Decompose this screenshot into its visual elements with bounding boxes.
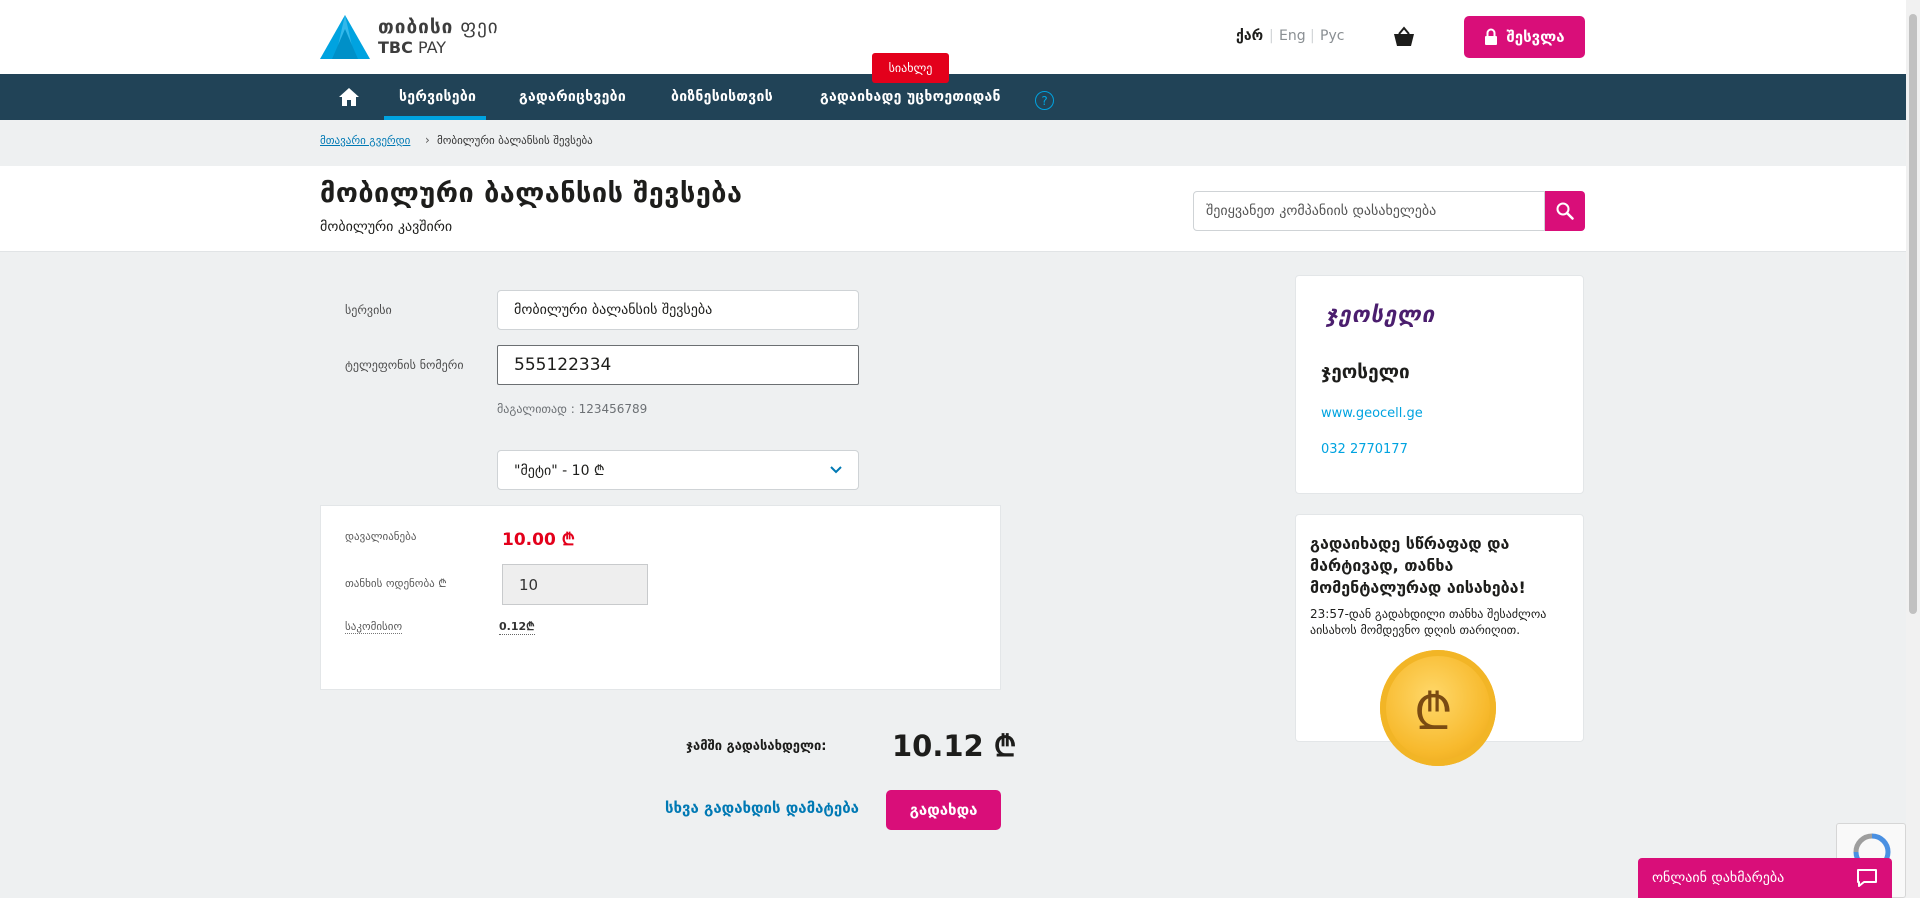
- amount-value: 10: [519, 575, 539, 594]
- chevron-down-icon: [830, 466, 842, 474]
- lang-english[interactable]: Eng: [1279, 28, 1306, 44]
- nav-active-indicator: [384, 116, 486, 120]
- package-value: "მეტი" - 10 ₾: [514, 462, 605, 479]
- pay-button[interactable]: გადახდა: [886, 790, 1001, 830]
- search-button[interactable]: [1545, 191, 1585, 231]
- lang-separator: |: [1310, 28, 1315, 44]
- phone-input[interactable]: 555122334: [497, 345, 859, 385]
- tbc-logo-icon[interactable]: [320, 15, 370, 59]
- commission-label[interactable]: საკომისიო: [345, 620, 403, 634]
- login-button[interactable]: შესვლა: [1464, 16, 1585, 58]
- breadcrumb-current: მობილური ბალანსის შევსება: [437, 134, 593, 147]
- phone-hint: მაგალითად : 123456789: [497, 402, 648, 416]
- help-icon[interactable]: ?: [1035, 91, 1054, 110]
- home-icon[interactable]: [338, 86, 360, 108]
- total-value: 10.12 ₾: [892, 729, 1017, 763]
- main-nav: სერვისები გადარიცხვები ბიზნესისთვის გადა…: [0, 74, 1906, 120]
- chat-label: ონლაინ დახმარება: [1652, 870, 1785, 886]
- lang-russian[interactable]: Рус: [1320, 28, 1344, 44]
- commission-value: 0.12₾: [499, 620, 535, 635]
- search-icon: [1556, 202, 1574, 220]
- title-band: [0, 166, 1906, 252]
- top-header: [0, 0, 1906, 74]
- logo-text-line1: თიბისი ფეი: [378, 16, 499, 38]
- logo-text-line2: TBC PAY: [378, 38, 447, 57]
- payment-summary-card: [320, 505, 1001, 690]
- package-select[interactable]: "მეტი" - 10 ₾: [497, 450, 859, 490]
- provider-name: ჯეოსელი: [1321, 361, 1410, 383]
- lang-georgian[interactable]: ქარ: [1236, 28, 1263, 44]
- lang-separator: |: [1269, 28, 1274, 44]
- breadcrumb-home[interactable]: მთავარი გვერდი: [320, 134, 410, 147]
- lari-sign-icon: ₾: [1414, 683, 1453, 741]
- amount-input[interactable]: 10: [502, 564, 648, 605]
- scrollbar-thumb[interactable]: [1909, 14, 1917, 614]
- debt-label: დავალიანება: [345, 530, 417, 543]
- basket-icon[interactable]: [1392, 26, 1416, 48]
- login-label: შესვლა: [1506, 28, 1565, 46]
- debt-value: 10.00 ₾: [502, 530, 575, 550]
- provider-phone-link[interactable]: 032 2770177: [1321, 442, 1408, 457]
- nav-item-transfers[interactable]: გადარიცხვები: [519, 89, 626, 105]
- add-another-payment-link[interactable]: სხვა გადახდის დამატება: [665, 799, 859, 817]
- promo-text: 23:57-დან გადახდილი თანხა შესაძლოა აისახ…: [1310, 607, 1547, 637]
- phone-value: 555122334: [514, 355, 612, 375]
- online-help-chat-bar[interactable]: ონლაინ დახმარება: [1638, 858, 1892, 898]
- nav-item-services[interactable]: სერვისები: [399, 89, 476, 105]
- page-subtitle: მობილური კავშირი: [320, 219, 453, 235]
- chat-bubble-icon: [1857, 869, 1877, 887]
- total-label: ჯამში გადასახდელი:: [686, 739, 827, 754]
- service-label: სერვისი: [345, 303, 392, 317]
- service-value: მობილური ბალანსის შევსება: [514, 302, 713, 318]
- service-field[interactable]: მობილური ბალანსის შევსება: [497, 290, 859, 330]
- amount-label: თანხის ოდენობა ₾: [345, 577, 447, 590]
- lock-icon: [1485, 28, 1498, 45]
- phone-label: ტელეფონის ნომერი: [345, 358, 464, 372]
- nav-item-pay-from-abroad[interactable]: გადაიხადე უცხოეთიდან: [820, 89, 1001, 105]
- nav-item-business[interactable]: ბიზნესისთვის: [671, 89, 773, 105]
- provider-website-link[interactable]: www.geocell.ge: [1321, 406, 1423, 421]
- geocell-logo: ჯეოსელი: [1326, 303, 1436, 328]
- new-badge: სიახლე: [872, 53, 949, 83]
- page-title: მობილური ბალანსის შევსება: [320, 178, 743, 209]
- company-search-input[interactable]: [1193, 191, 1545, 231]
- chevron-right-icon: ›: [425, 133, 430, 147]
- promo-title: გადაიხადე სწრაფად და მარტივად, თანხა მომ…: [1310, 534, 1526, 597]
